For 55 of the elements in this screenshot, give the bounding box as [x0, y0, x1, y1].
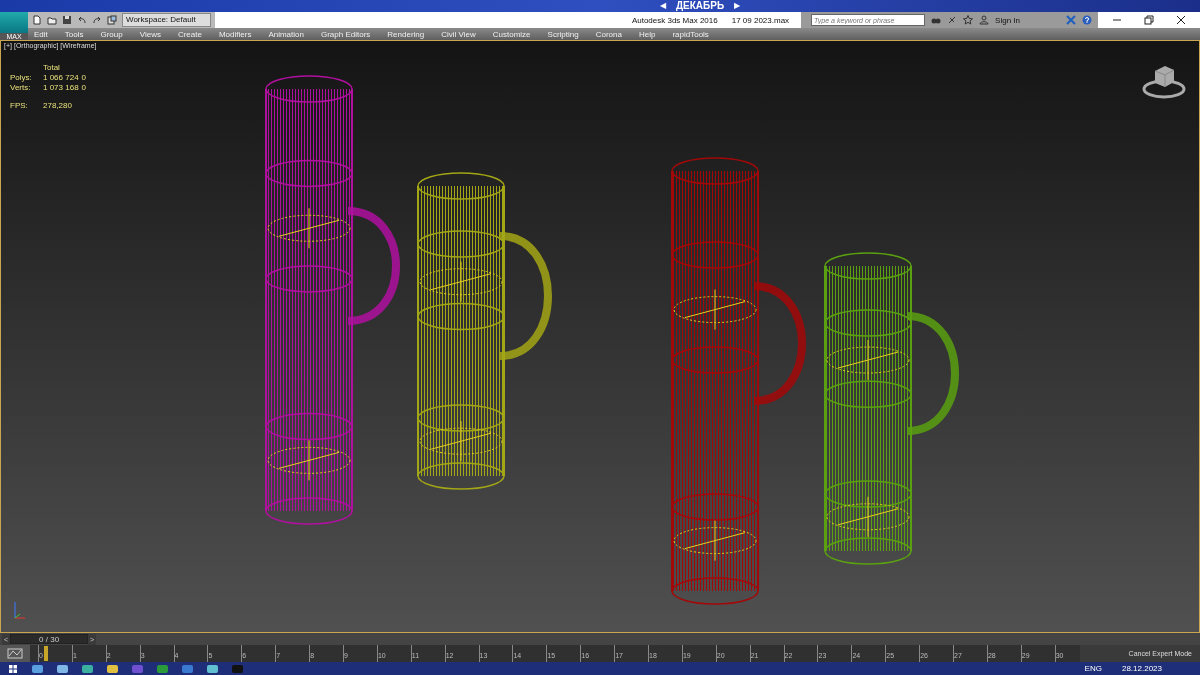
help-icon[interactable]: [1082, 15, 1092, 25]
fps-value: 278,280: [43, 101, 73, 110]
redo-icon[interactable]: [92, 15, 102, 25]
window-title: Autodesk 3ds Max 2016: [631, 15, 718, 25]
user-icon[interactable]: [979, 15, 990, 25]
close-icon[interactable]: [1176, 15, 1186, 25]
menu-item[interactable]: rapidTools: [672, 29, 709, 39]
taskbar-app-icon[interactable]: [182, 664, 193, 673]
menu-item[interactable]: Group: [100, 29, 123, 39]
file-name: 17 09 2023.max: [731, 15, 790, 25]
taskbar-date: 28.12.2023: [1121, 664, 1162, 673]
menu-item[interactable]: Customize: [492, 29, 531, 39]
calendar-next-arrow[interactable]: ▶: [734, 0, 741, 12]
stats-selected: 0: [81, 73, 87, 82]
menu-item[interactable]: Civil View: [441, 29, 476, 39]
menu-item[interactable]: Create: [177, 29, 202, 39]
menu-item[interactable]: Edit: [34, 29, 48, 39]
time-slider-thumb[interactable]: 0 / 30: [10, 634, 89, 644]
taskbar-app-icon[interactable]: [32, 664, 43, 673]
stats-label: Polys:: [10, 73, 33, 82]
taskbar-app-icon[interactable]: [107, 664, 118, 673]
stats-total: 1 066 724: [43, 73, 79, 82]
new-file-icon[interactable]: [32, 15, 42, 25]
taskbar-app-icon[interactable]: [82, 664, 93, 673]
project-folder-icon[interactable]: [107, 15, 117, 25]
calendar-month: ДЕКАБРЬ: [675, 0, 725, 12]
menu-item[interactable]: Scripting: [547, 29, 579, 39]
folder-icon[interactable]: [47, 15, 57, 25]
stats-selected: 0: [81, 83, 87, 92]
current-frame-marker[interactable]: [44, 646, 48, 661]
menu-item[interactable]: Help: [638, 29, 656, 39]
stats-total: 1 073 168: [43, 83, 79, 92]
stats-header: Total: [43, 63, 61, 72]
menu-item[interactable]: Graph Editors: [320, 29, 371, 39]
axis-tripod-icon: [11, 600, 27, 622]
menu-item[interactable]: Corona: [595, 29, 622, 39]
calendar-prev-arrow[interactable]: ◀: [659, 0, 666, 12]
undo-icon[interactable]: [77, 15, 87, 25]
taskbar-app-icon[interactable]: [157, 664, 168, 673]
menu-item[interactable]: Tools: [64, 29, 84, 39]
taskbar-app-icon[interactable]: [57, 664, 68, 673]
menu-item[interactable]: Views: [139, 29, 161, 39]
menu-item[interactable]: Rendering: [387, 29, 425, 39]
windows-start-icon[interactable]: [8, 663, 18, 674]
save-icon[interactable]: [62, 15, 72, 25]
language-indicator[interactable]: ENG: [1084, 664, 1102, 673]
taskbar-app-icon[interactable]: [207, 664, 218, 673]
workspace-dropdown[interactable]: Workspace: Default: [122, 13, 211, 27]
restore-icon[interactable]: [1144, 15, 1154, 25]
fps-label: FPS:: [10, 101, 29, 110]
stats-label: Verts:: [10, 83, 32, 92]
menu-item[interactable]: Modifiers: [218, 29, 252, 39]
menu-item[interactable]: Animation: [268, 29, 304, 39]
star-icon[interactable]: [963, 15, 974, 25]
sign-in-link[interactable]: Sign In: [995, 15, 1060, 25]
